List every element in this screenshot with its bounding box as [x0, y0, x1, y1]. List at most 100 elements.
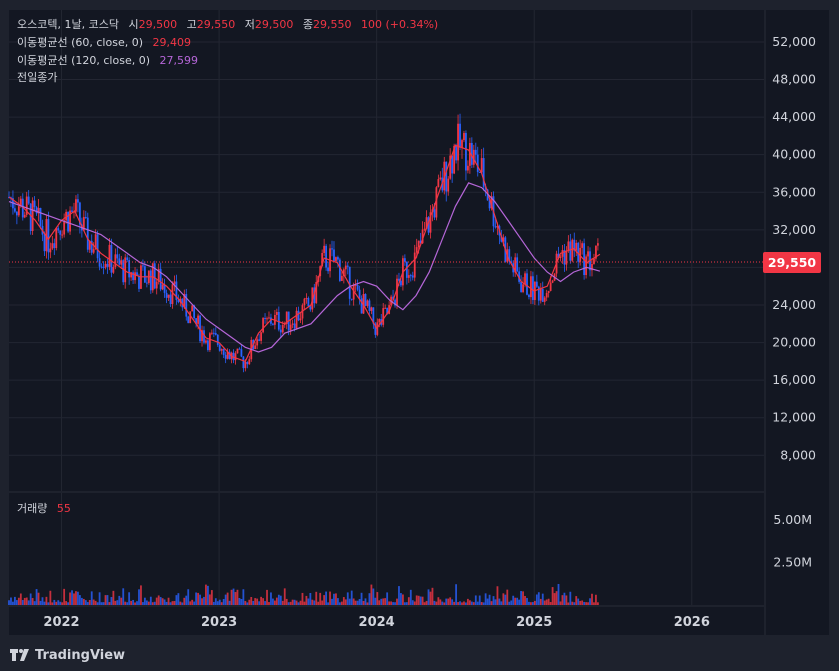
candle-body: [545, 293, 548, 298]
volume-bar: [317, 601, 320, 605]
volume-bar: [453, 601, 456, 605]
volume-bar: [134, 602, 136, 605]
candle-body: [474, 149, 477, 155]
volume-bar: [465, 602, 467, 605]
volume-bar: [77, 591, 79, 605]
volume-bar: [185, 595, 188, 605]
volume-bar: [144, 597, 146, 605]
volume-bar: [443, 602, 446, 605]
ma60-legend[interactable]: 이동평균선 (60, close, 0) 29,409: [17, 36, 191, 50]
time-tick-label: 2025: [516, 615, 552, 630]
volume-bar: [597, 602, 599, 605]
volume-legend[interactable]: 거래량 55: [17, 502, 71, 516]
price-axis[interactable]: [766, 10, 829, 635]
volume-bar: [106, 595, 109, 605]
volume-bar: [260, 596, 263, 605]
volume-bar: [380, 598, 383, 605]
volume-bar: [157, 595, 160, 605]
volume-pane[interactable]: [9, 493, 764, 605]
volume-bar: [232, 588, 235, 605]
candle-body: [325, 245, 327, 268]
volume-bar: [571, 601, 574, 605]
open-value: 29,500: [138, 18, 178, 31]
volume-bar: [124, 601, 127, 605]
candle-body: [597, 243, 599, 246]
candle-body: [49, 248, 52, 253]
volume-bar: [500, 601, 503, 605]
candle-body: [587, 251, 589, 257]
volume-bar: [21, 600, 24, 605]
volume-bar: [169, 602, 172, 605]
volume-bar: [214, 598, 217, 605]
candle-body: [149, 270, 152, 291]
candle-body: [524, 273, 526, 285]
volume-bar: [551, 587, 554, 605]
tradingview-logo[interactable]: TradingView: [10, 645, 125, 665]
volume-bar: [281, 600, 284, 605]
candle-body: [142, 265, 144, 267]
volume-bar: [132, 599, 134, 605]
price-tick-label: 32,000: [772, 222, 816, 237]
candle-body: [128, 260, 131, 278]
candle-body: [407, 275, 410, 278]
ma120-legend[interactable]: 이동평균선 (120, close, 0) 27,599: [17, 54, 198, 68]
volume-bar: [502, 593, 505, 605]
candle-body: [210, 332, 213, 334]
volume-bar: [19, 593, 22, 605]
prev-close-label: 전일종가: [17, 71, 58, 84]
volume-bar: [248, 599, 251, 605]
volume-bar: [210, 590, 213, 605]
volume-bar: [425, 600, 428, 605]
candle-body: [214, 333, 217, 335]
volume-bar: [396, 598, 398, 605]
volume-bar: [47, 602, 50, 605]
volume-bar: [128, 592, 131, 605]
tradingview-logo-icon: [10, 649, 29, 661]
volume-bar: [490, 601, 493, 605]
prev-close-legend[interactable]: 전일종가: [17, 71, 57, 85]
volume-bar: [86, 602, 89, 605]
volume-bar: [59, 601, 62, 605]
candle-body: [335, 257, 337, 262]
volume-bar: [563, 592, 566, 605]
volume-bar: [486, 598, 489, 605]
price-tick-label: 36,000: [772, 184, 816, 199]
candle-body: [522, 284, 524, 292]
candle-body: [364, 293, 367, 306]
volume-bar: [112, 590, 115, 605]
volume-bar: [457, 602, 459, 605]
volume-bar: [533, 600, 536, 605]
volume-bar: [264, 601, 266, 605]
volume-bar: [402, 594, 404, 605]
volume-bar: [79, 595, 81, 605]
candle-body: [297, 310, 300, 321]
volume-bar: [84, 600, 87, 605]
volume-bar: [199, 594, 201, 605]
volume-bar: [163, 599, 166, 605]
candle-body: [275, 311, 278, 315]
volume-bar: [12, 601, 14, 605]
volume-bar: [435, 601, 438, 605]
candle-body: [224, 354, 227, 359]
candle-body: [433, 209, 436, 218]
candle-body: [480, 158, 483, 173]
volume-bar: [447, 598, 450, 605]
volume-bar: [37, 592, 40, 605]
price-tick-label: 8,000: [780, 447, 816, 462]
high-label: 고: [186, 18, 197, 31]
candle-body: [169, 294, 172, 304]
volume-bar: [370, 584, 373, 605]
volume-bar: [313, 600, 316, 605]
candle-body: [411, 275, 414, 278]
volume-bar: [126, 602, 129, 605]
volume-bar: [333, 593, 335, 605]
candle-body: [516, 257, 519, 272]
last-price-badge: 29,550: [763, 252, 821, 273]
volume-bar: [272, 598, 274, 605]
volume-bar: [140, 585, 142, 605]
symbol-legend[interactable]: 오스코텍, 1날, 코스닥 시29,500 고29,550 저29,500 종2…: [17, 18, 438, 32]
volume-bar: [565, 595, 568, 605]
candle-body: [366, 300, 369, 306]
volume-bar: [478, 595, 481, 605]
volume-bar: [547, 598, 550, 605]
